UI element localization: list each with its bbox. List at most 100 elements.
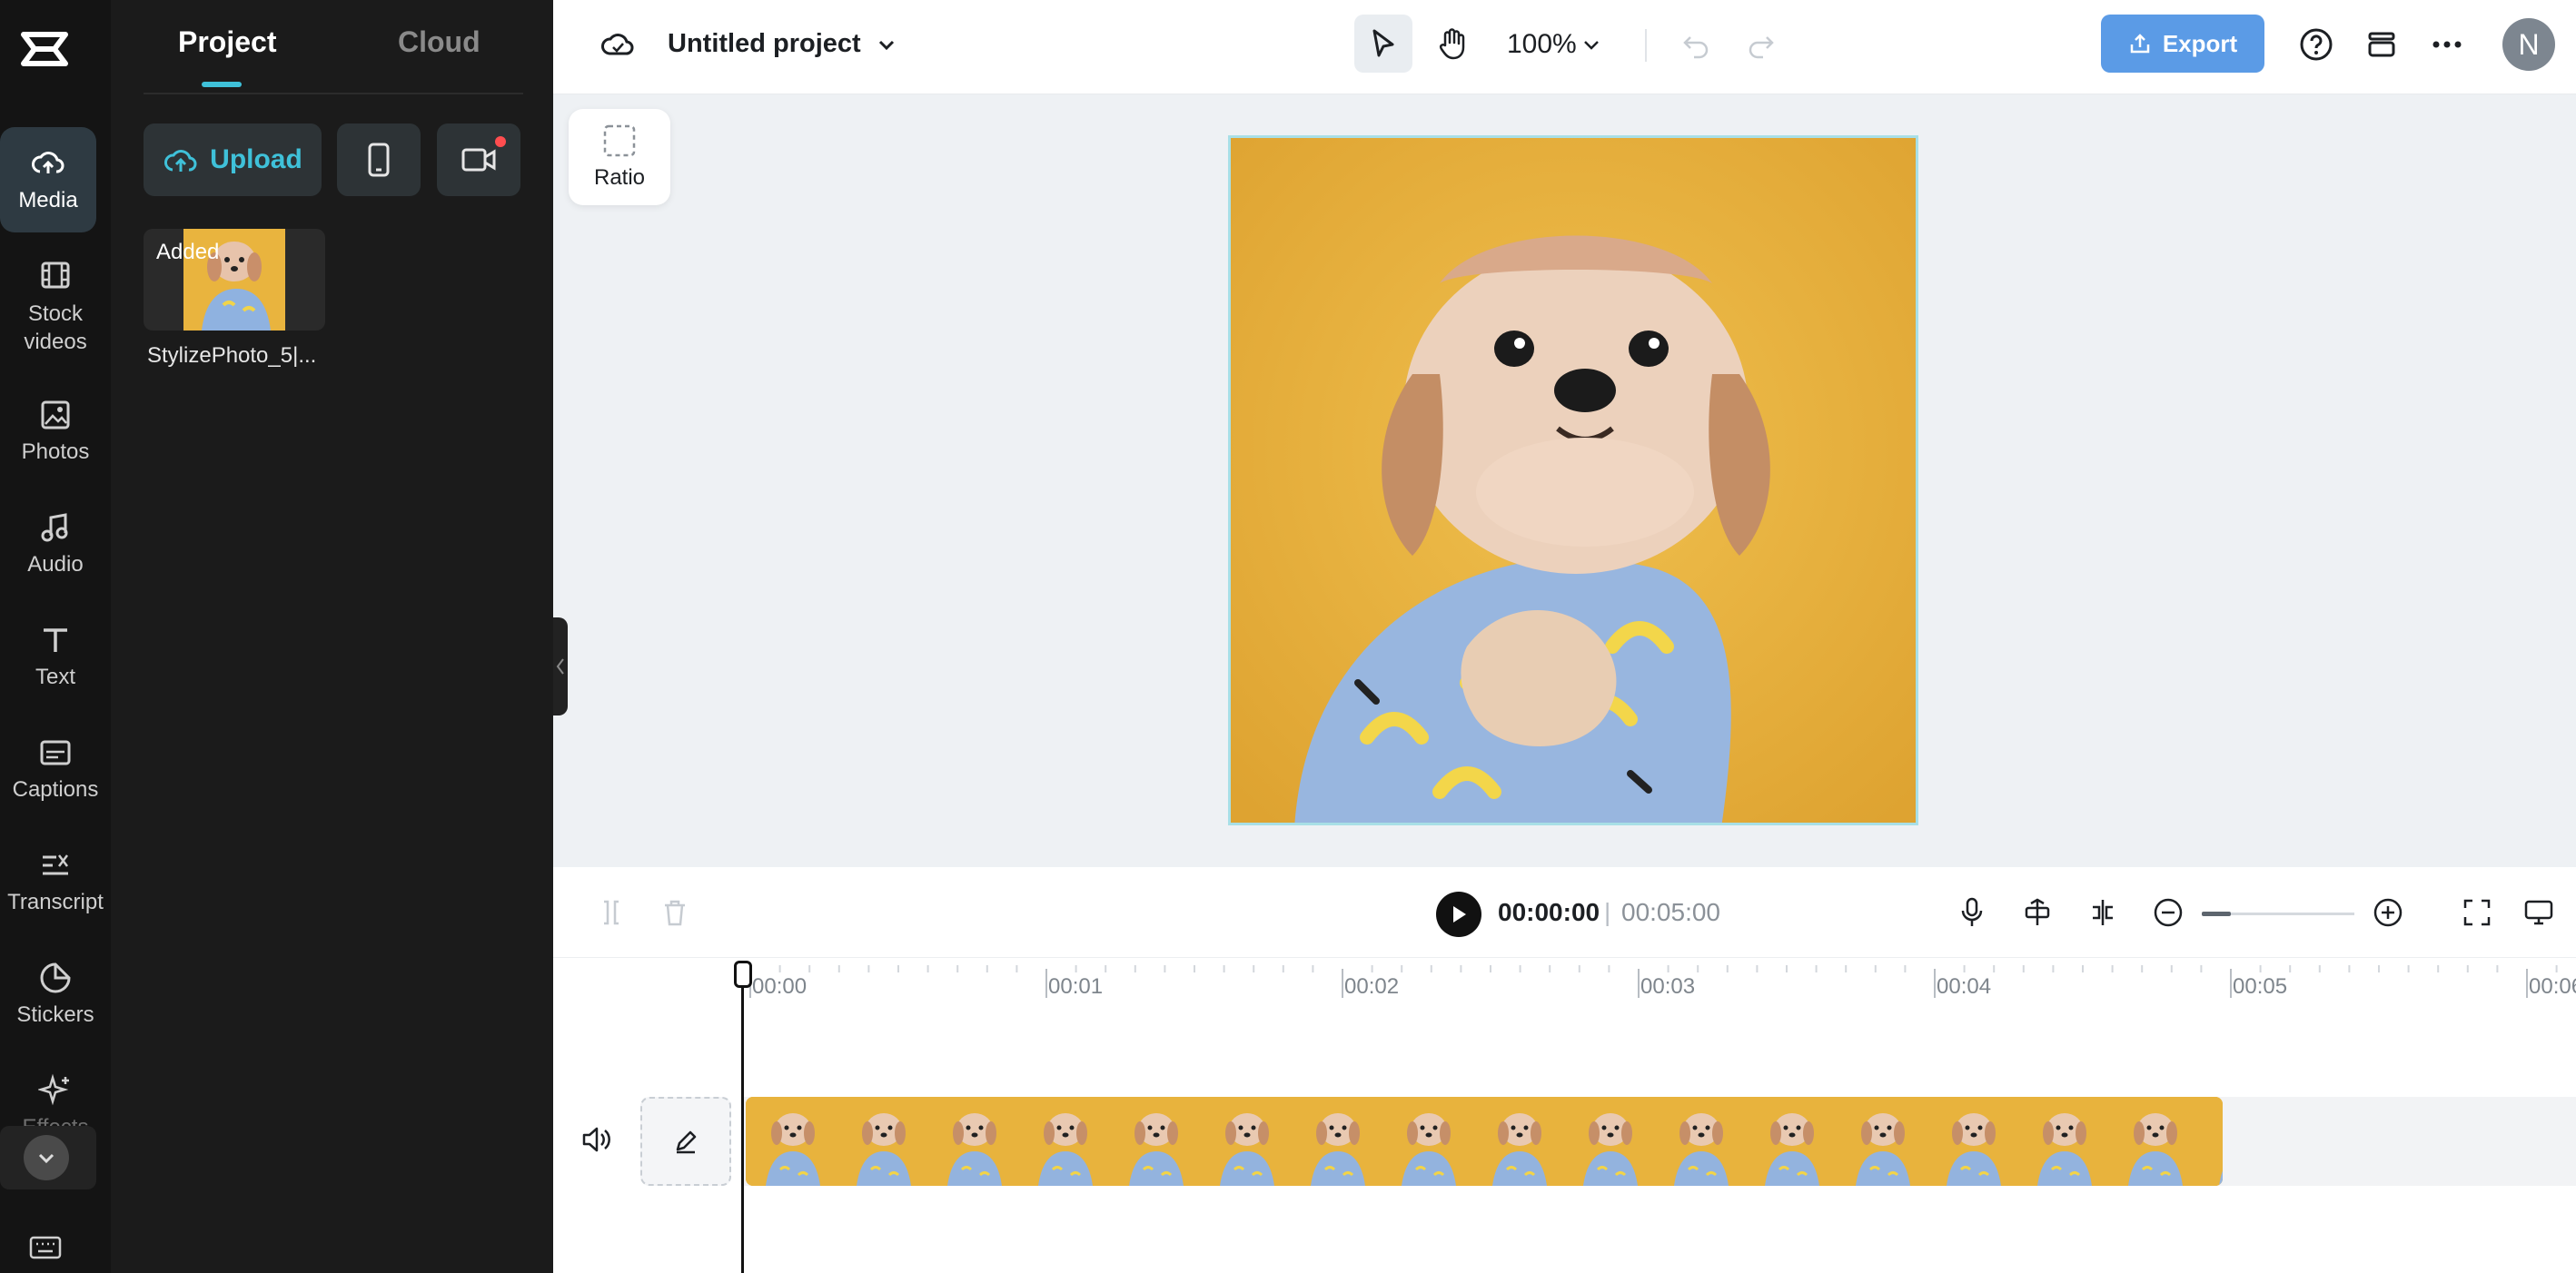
clip-frame [927,1097,1018,1186]
ratio-button[interactable]: Ratio [569,109,670,205]
dog-photo-image [1231,138,1916,823]
clip-frame [1927,1097,2017,1186]
ruler-label: 00:01 [1048,974,1104,999]
split-icon[interactable] [593,894,629,931]
export-button[interactable]: Export [2101,15,2264,73]
transcript-icon [43,854,68,875]
sidebar-item-label: Photos [21,439,90,464]
sidebar-item-label: Stickers [16,1002,94,1027]
clip-frame [1109,1097,1200,1186]
zoom-out-icon[interactable] [2150,894,2186,931]
tab-cloud[interactable]: Cloud [398,25,481,59]
cloud-sync-icon[interactable] [599,27,637,60]
record-button[interactable] [437,123,520,196]
phone-upload-button[interactable] [337,123,421,196]
undo-icon[interactable] [1678,27,1714,64]
media-asset-thumbnail[interactable]: Added [144,229,325,331]
clip-frame [2017,1097,2108,1186]
sidebar-item-label: Audio [27,552,84,577]
panel-collapse-handle[interactable] [553,617,568,715]
playhead[interactable] [741,965,744,1273]
time-separator: | [1604,898,1611,926]
playhead-handle[interactable] [734,961,752,988]
zoom-level[interactable]: 100% [1507,29,1577,60]
clip-frame [1654,1097,1745,1186]
redo-icon[interactable] [1743,27,1779,64]
video-clip[interactable] [746,1097,2223,1186]
toolbar-divider [1645,29,1647,62]
zoom-in-icon[interactable] [2370,894,2406,931]
track-cover-edit-button[interactable] [640,1097,731,1186]
cloud-upload-icon [32,152,64,173]
clip-frame [2199,1097,2223,1186]
text-t-icon [44,628,67,652]
pointer-icon [1372,29,1394,57]
pencil-icon [676,1130,697,1154]
magnet-snap-icon[interactable] [2019,894,2056,931]
timeline-panel: 00:00:00 | 00:05:00 00:00 00:01 00:02 00… [553,867,2576,1273]
clip-frame [746,1097,837,1186]
export-icon [2130,34,2150,54]
asset-name: StylizePhoto_5|... [147,343,317,368]
sidebar-item-photos[interactable]: Photos [0,398,111,465]
chevron-left-icon [556,658,564,675]
sidebar-item-stickers[interactable]: Stickers [0,961,111,1028]
notification-dot [495,136,506,147]
user-avatar[interactable]: N [2502,18,2555,71]
ruler-label: 00:06 [2529,974,2576,999]
split-track-icon[interactable] [2085,894,2121,931]
sidebar-item-audio[interactable]: Audio [0,510,111,577]
phone-icon [368,143,390,177]
ratio-label: Ratio [593,165,646,190]
film-icon [41,262,70,289]
keyboard-icon[interactable] [29,1235,62,1265]
sidebar-item-transcript[interactable]: Transcript [0,848,111,915]
capcut-logo-icon [18,27,71,71]
timeline-zoom-handle[interactable] [2202,912,2231,916]
select-tool-button[interactable] [1354,15,1412,73]
layers-icon[interactable] [2363,25,2401,64]
zoom-dropdown-icon[interactable] [1578,31,1605,58]
help-icon[interactable] [2297,25,2335,64]
upload-button[interactable]: Upload [144,123,322,196]
music-note-icon [41,513,68,542]
more-options-icon[interactable] [2428,25,2466,64]
fullscreen-icon[interactable] [2459,894,2495,931]
clip-frame [1291,1097,1382,1186]
clip-frame [1745,1097,1836,1186]
upload-label: Upload [210,144,302,174]
delete-icon[interactable] [657,894,693,931]
chevron-down-icon[interactable] [873,31,900,58]
hand-tool-button[interactable] [1423,15,1481,73]
sidebar-item-stock-videos[interactable]: Stock videos [0,258,111,356]
sidebar-more-button[interactable] [0,1126,96,1189]
project-title[interactable]: Untitled project [668,29,861,59]
sidebar-item-media[interactable]: Media [0,127,96,232]
video-preview[interactable] [1228,135,1918,825]
current-time: 00:00:00 [1498,898,1600,926]
ruler-label: 00:04 [1937,974,1992,999]
hand-icon [1439,28,1465,60]
clip-frame [1472,1097,1563,1186]
export-label: Export [2162,29,2238,57]
sidebar-item-text[interactable]: Text [0,623,111,690]
media-panel: Project Cloud Upload Added StylizePhoto_… [111,0,553,1273]
tab-project[interactable]: Project [178,25,276,59]
timeline-controls: 00:00:00 | 00:05:00 [553,867,2576,958]
microphone-icon[interactable] [1954,894,1990,931]
sidebar-item-captions[interactable]: Captions [0,735,111,803]
sidebar-item-label: Text [35,665,75,689]
ruler-label: 00:03 [1640,974,1696,999]
sticker-icon [40,962,71,993]
play-button[interactable] [1436,892,1481,937]
ratio-icon [603,124,636,157]
display-mode-icon[interactable] [2521,894,2557,931]
clip-frame [837,1097,927,1186]
left-rail: Media Stock videos Photos Audio Text Cap… [0,0,111,1273]
sparkle-icon [38,1073,69,1106]
video-camera-icon [461,148,496,172]
chevron-down-icon [38,1153,54,1164]
ruler-label: 00:02 [1344,974,1400,999]
sidebar-item-label: Media [18,188,78,212]
track-volume-icon[interactable] [580,1126,611,1158]
